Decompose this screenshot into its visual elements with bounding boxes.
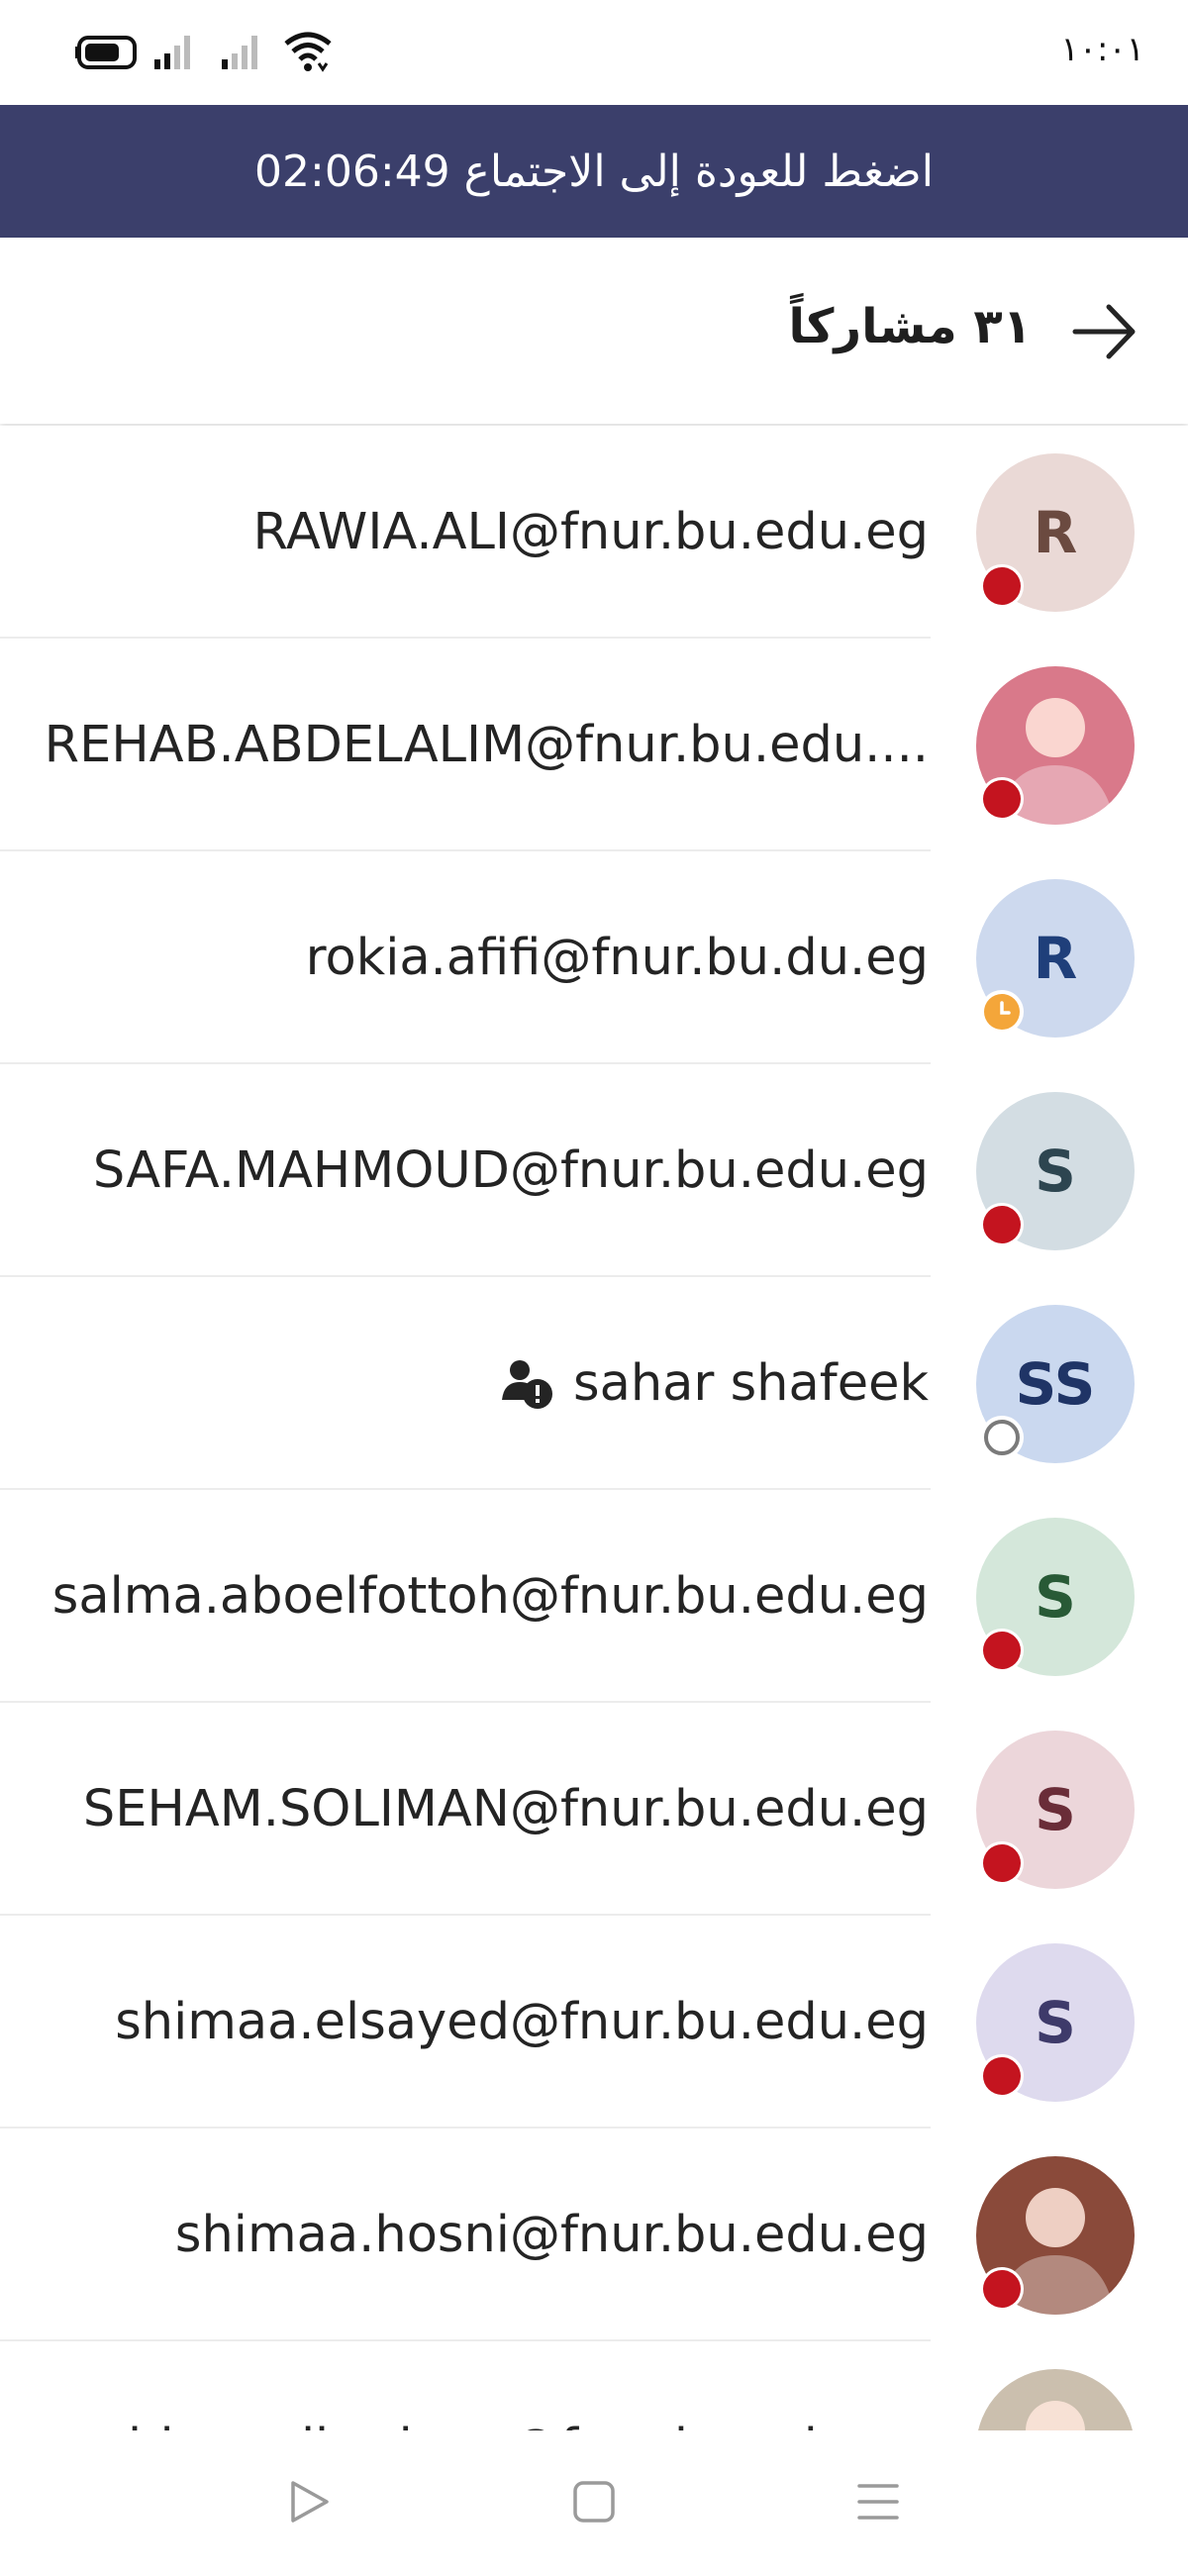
participant-name-text: salma.aboelfottoh@fnur.bu.edu.eg: [51, 1567, 929, 1626]
page-title: ٣١ مشاركاً: [788, 299, 1032, 354]
participant-row[interactable]: shimaa.ibrahym@fnur.bu.edu.eg: [0, 2341, 1188, 2430]
participant-name: shimaa.elsayed@fnur.bu.edu.eg: [0, 1916, 929, 2129]
presence-busy-icon: [980, 1629, 1024, 1672]
presence-offline-icon: [980, 1416, 1024, 1459]
participant-row[interactable]: sahar shafeek SS: [0, 1277, 1188, 1490]
participants-header: ٣١ مشاركاً: [0, 238, 1188, 424]
avatar-photo: [976, 2369, 1135, 2430]
meeting-timer: 02:06:49: [254, 146, 450, 197]
presence-busy-icon: [980, 1841, 1024, 1885]
guest-warning-icon: [502, 1359, 553, 1409]
participant-row[interactable]: rokia.afifi@fnur.bu.du.eg R: [0, 851, 1188, 1064]
signal-icon-2: [222, 36, 257, 69]
banner-text: اضغط للعودة إلى الاجتماع: [463, 146, 934, 197]
participant-name-text: shimaa.elsayed@fnur.bu.edu.eg: [115, 1993, 929, 2051]
return-to-meeting-banner[interactable]: اضغط للعودة إلى الاجتماع 02:06:49: [0, 105, 1188, 238]
system-nav-bar: [0, 2430, 1188, 2576]
participant-row[interactable]: RAWIA.ALI@fnur.bu.edu.eg R: [0, 426, 1188, 639]
participant-name: shimaa.hosni@fnur.bu.edu.eg: [0, 2129, 929, 2341]
participant-name: salma.aboelfottoh@fnur.bu.edu.eg: [0, 1490, 929, 1703]
participant-name-text: RAWIA.ALI@fnur.bu.edu.eg: [252, 503, 929, 561]
participant-row[interactable]: shimaa.hosni@fnur.bu.edu.eg: [0, 2129, 1188, 2341]
participant-name-text: sahar shafeek: [573, 1354, 929, 1413]
participant-row[interactable]: SEHAM.SOLIMAN@fnur.bu.edu.eg S: [0, 1703, 1188, 1916]
participant-row[interactable]: shimaa.elsayed@fnur.bu.edu.eg S: [0, 1916, 1188, 2129]
participant-name: shimaa.ibrahym@fnur.bu.edu.eg: [0, 2341, 929, 2430]
battery-icon: [75, 36, 137, 69]
participant-name: SAFA.MAHMOUD@fnur.bu.edu.eg: [0, 1064, 929, 1277]
presence-busy-icon: [980, 2054, 1024, 2098]
participant-name-text: rokia.afifi@fnur.bu.du.eg: [305, 929, 929, 987]
participant-name-text: SAFA.MAHMOUD@fnur.bu.edu.eg: [92, 1141, 929, 1200]
participant-row[interactable]: salma.aboelfottoh@fnur.bu.edu.eg S: [0, 1490, 1188, 1703]
nav-menu-icon[interactable]: [855, 2480, 901, 2524]
participant-list: RAWIA.ALI@fnur.bu.edu.eg R REHAB.ABDELALIM…: [0, 426, 1188, 2430]
participant-name-text: REHAB.ABDELALIM@fnur.bu.edu....: [44, 716, 929, 774]
status-clock: ١٠:٠١: [1060, 30, 1144, 69]
participant-name-text: SEHAM.SOLIMAN@fnur.bu.edu.eg: [82, 1780, 929, 1838]
participant-name: REHAB.ABDELALIM@fnur.bu.edu....: [0, 639, 929, 851]
presence-busy-icon: [980, 2267, 1024, 2311]
participant-row[interactable]: REHAB.ABDELALIM@fnur.bu.edu....: [0, 639, 1188, 851]
wifi-icon: [284, 32, 332, 72]
participant-name: sahar shafeek: [0, 1277, 929, 1490]
back-arrow-icon[interactable]: [1069, 297, 1138, 366]
participant-name-text: shimaa.hosni@fnur.bu.edu.eg: [174, 2206, 929, 2264]
participant-name: SEHAM.SOLIMAN@fnur.bu.edu.eg: [0, 1703, 929, 1916]
signal-icon: [154, 36, 190, 69]
presence-busy-icon: [980, 564, 1024, 608]
presence-busy-icon: [980, 1203, 1024, 1246]
presence-away-icon: [980, 990, 1024, 1034]
participant-name: rokia.afifi@fnur.bu.du.eg: [0, 851, 929, 1064]
presence-busy-icon: [980, 777, 1024, 821]
nav-home-icon[interactable]: [572, 2480, 616, 2524]
nav-back-icon[interactable]: [285, 2478, 333, 2526]
participant-name-text: shimaa.ibrahym@fnur.bu.edu.eg: [102, 2419, 929, 2430]
participant-name: RAWIA.ALI@fnur.bu.edu.eg: [0, 426, 929, 639]
participant-row[interactable]: SAFA.MAHMOUD@fnur.bu.edu.eg S: [0, 1064, 1188, 1277]
status-bar: ١٠:٠١: [0, 0, 1188, 105]
